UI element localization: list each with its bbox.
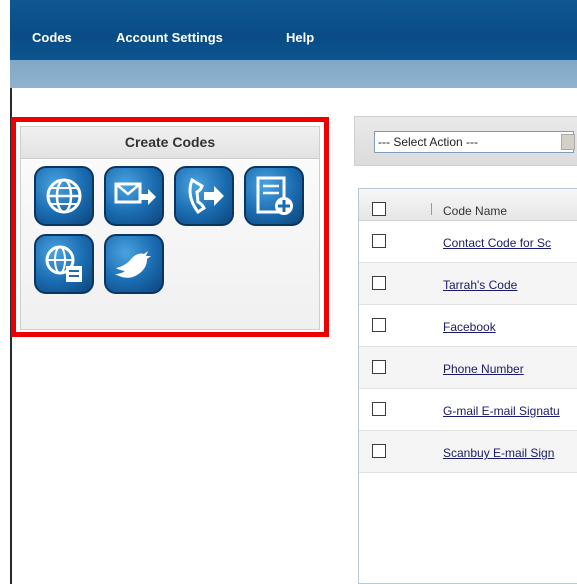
code-name-link[interactable]: Facebook: [443, 320, 496, 334]
sub-nav-bar: [10, 60, 577, 88]
table-row: Phone Number: [359, 347, 577, 389]
select-all-checkbox[interactable]: [372, 202, 386, 216]
dropdown-arrow-icon[interactable]: [561, 134, 575, 150]
select-action-value: --- Select Action ---: [378, 135, 479, 149]
nav-account-settings[interactable]: Account Settings: [116, 30, 223, 45]
table-row: G-mail E-mail Signatu: [359, 389, 577, 431]
code-name-link[interactable]: Contact Code for Sc: [443, 236, 551, 250]
table-row: Facebook: [359, 305, 577, 347]
row-checkbox[interactable]: [372, 276, 386, 290]
table-row: Contact Code for Sc: [359, 221, 577, 263]
row-checkbox[interactable]: [372, 402, 386, 416]
top-nav-bar: Codes Account Settings Help: [10, 0, 577, 60]
highlight-annotation-box: [11, 117, 329, 337]
table-row: Scanbuy E-mail Sign: [359, 431, 577, 473]
row-checkbox[interactable]: [372, 318, 386, 332]
code-name-link[interactable]: Phone Number: [443, 362, 524, 376]
code-name-link[interactable]: G-mail E-mail Signatu: [443, 404, 560, 418]
code-name-link[interactable]: Scanbuy E-mail Sign: [443, 446, 554, 460]
row-checkbox[interactable]: [372, 360, 386, 374]
nav-codes[interactable]: Codes: [32, 30, 72, 45]
code-name-link[interactable]: Tarrah's Code: [443, 278, 517, 292]
table-header: Code Name: [359, 189, 577, 221]
row-checkbox[interactable]: [372, 234, 386, 248]
row-checkbox[interactable]: [372, 444, 386, 458]
select-action-dropdown[interactable]: --- Select Action ---: [374, 131, 575, 153]
column-separator: [431, 203, 432, 215]
column-header-code-name[interactable]: Code Name: [443, 204, 507, 218]
codes-table: Code Name Contact Code for Sc Tarrah's C…: [358, 188, 577, 584]
nav-help[interactable]: Help: [286, 30, 314, 45]
table-row: Tarrah's Code: [359, 263, 577, 305]
action-bar: --- Select Action ---: [354, 116, 577, 166]
